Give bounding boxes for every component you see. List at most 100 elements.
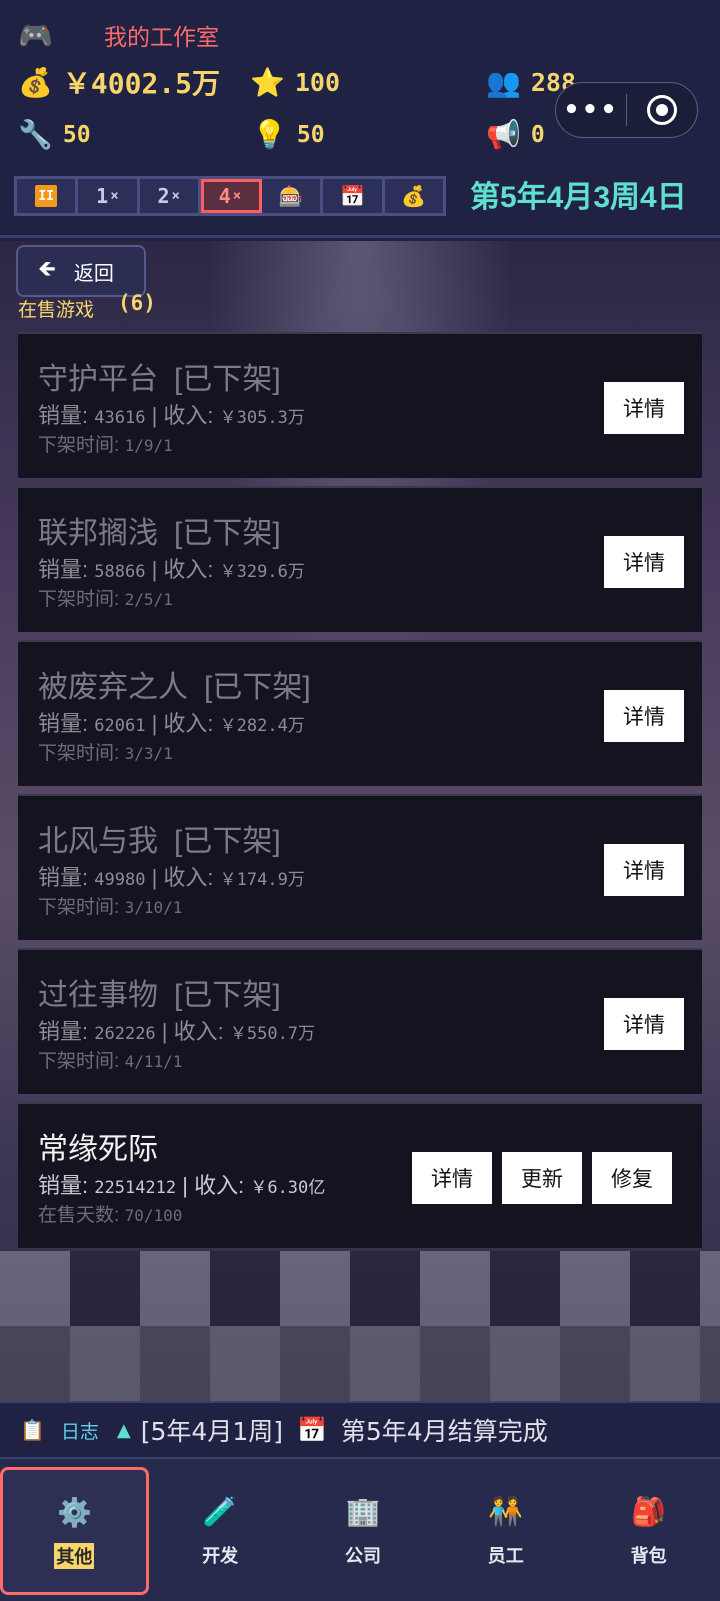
slot-machine-icon: 🎰: [278, 184, 304, 208]
speed-1x-button[interactable]: 1 ×: [78, 179, 140, 213]
game-card: 守护平台 [已下架] 销量: 43616 | 收入: ￥305.3万 下架时间: …: [18, 332, 702, 478]
game-stats: 销量: 62061 | 收入: ￥282.4万: [38, 711, 305, 736]
game-stats: 销量: 22514212 | 收入: ￥6.30亿: [38, 1173, 326, 1198]
game-name: 北风与我 [已下架]: [38, 825, 281, 858]
log-date: [5年4月1周]: [140, 1417, 283, 1446]
backpack-icon: 🎒: [631, 1495, 667, 1528]
money-stat: 💰 ￥4002.5万: [18, 62, 220, 102]
games-on-sale-panel: 🡸 返回 在售游戏 (6) 守护平台 [已下架] 销量: 43616 | 收入: …: [0, 241, 720, 1401]
game-card-active: 常缘死际 销量: 22514212 | 收入: ￥6.30亿 在售天数: 70/…: [18, 1102, 702, 1248]
nav-staff[interactable]: 🧑‍🤝‍🧑 员工: [434, 1459, 577, 1601]
back-button[interactable]: 🡸 返回: [16, 245, 146, 297]
tools-value: 50: [62, 121, 91, 148]
detail-button[interactable]: 详情: [604, 844, 684, 896]
flask-icon: ▲: [116, 1419, 131, 1441]
calendar-icon: 📅: [340, 184, 365, 208]
delisted-tag: [已下架]: [174, 363, 281, 396]
detail-button[interactable]: 详情: [604, 382, 684, 434]
more-menu-button[interactable]: •••: [556, 97, 626, 123]
building-icon: 🏢: [345, 1495, 381, 1528]
game-card: 北风与我 [已下架] 销量: 49980 | 收入: ￥174.9万 下架时间: …: [18, 794, 702, 940]
game-subinfo: 下架时间: 3/3/1: [38, 743, 173, 764]
money-bag-icon: 💰: [401, 184, 427, 208]
detail-button[interactable]: 详情: [604, 536, 684, 588]
update-button[interactable]: 更新: [502, 1152, 582, 1204]
money-button[interactable]: 💰: [384, 179, 443, 213]
game-stats: 销量: 49980 | 收入: ￥174.9万: [38, 865, 305, 890]
game-subinfo: 下架时间: 1/9/1: [38, 435, 173, 456]
nav-company[interactable]: 🏢 公司: [292, 1459, 435, 1601]
game-name: 被废弃之人 [已下架]: [38, 671, 311, 704]
nav-develop[interactable]: 🧪 开发: [149, 1459, 292, 1601]
flask-icon: 🧪: [202, 1495, 238, 1528]
game-card: 联邦搁浅 [已下架] 销量: 58866 | 收入: ￥329.6万 下架时间: …: [18, 486, 702, 632]
speed-4x-button[interactable]: 4 ×: [200, 179, 263, 213]
target-icon: [646, 95, 677, 125]
fame-stat: ⭐ 100: [250, 66, 340, 99]
game-date: 第5年4月3周4日: [470, 181, 687, 214]
calendar-icon: 📅: [297, 1416, 327, 1444]
pause-button[interactable]: II: [17, 179, 79, 213]
detail-button[interactable]: 详情: [412, 1152, 492, 1204]
log-label[interactable]: 日志: [61, 1417, 99, 1444]
staff-icon: 🧑‍🤝‍🧑: [488, 1495, 524, 1528]
delisted-tag: [已下架]: [174, 517, 281, 550]
nav-label: 公司: [344, 1546, 381, 1567]
delisted-tag: [已下架]: [174, 825, 281, 858]
game-card: 被废弃之人 [已下架] 销量: 62061 | 收入: ￥282.4万 下架时间:…: [18, 640, 702, 786]
game-stats: 销量: 43616 | 收入: ￥305.3万: [38, 403, 305, 428]
promo-stat: 📢 0: [486, 118, 545, 151]
delisted-tag: [已下架]: [204, 671, 311, 704]
back-arrow-icon: 🡸: [38, 257, 56, 282]
log-bar[interactable]: 📋 日志 ▲ [5年4月1周] 📅 第5年4月结算完成: [0, 1401, 720, 1457]
game-subinfo: 下架时间: 2/5/1: [38, 589, 173, 610]
game-name: 联邦搁浅 [已下架]: [38, 517, 281, 550]
wrench-icon: 🔧: [18, 118, 53, 151]
money-bag-icon: 💰: [18, 65, 53, 99]
floor-pattern-row2: [0, 1326, 720, 1401]
nav-label: 员工: [487, 1546, 524, 1567]
speed-2x-button[interactable]: 2 ×: [139, 179, 201, 213]
close-miniprogram-button[interactable]: [627, 95, 697, 125]
nav-backpack[interactable]: 🎒 背包: [577, 1459, 720, 1601]
speed-control-bar: II 1 × 2 × 4 × 🎰 📅 💰: [14, 176, 446, 216]
promo-value: 0: [530, 121, 545, 148]
nav-label: 背包: [630, 1546, 667, 1567]
tools-stat: 🔧 50: [18, 118, 91, 151]
studio-title-row: 🎮 我的工作室: [18, 18, 219, 52]
bottom-nav: ⚙️ 其他 🧪 开发 🏢 公司 🧑‍🤝‍🧑 员工 🎒 背包: [0, 1457, 720, 1601]
miniprogram-capsule: •••: [555, 82, 698, 138]
fame-value: 100: [294, 68, 341, 97]
megaphone-icon: 📢: [486, 118, 521, 151]
game-stats: 销量: 58866 | 收入: ￥329.6万: [38, 557, 305, 582]
log-message: 第5年4月结算完成: [340, 1417, 548, 1446]
game-name: 守护平台 [已下架]: [38, 363, 281, 396]
studio-name[interactable]: 我的工作室: [104, 18, 219, 52]
detail-button[interactable]: 详情: [604, 690, 684, 742]
money-value: ￥4002.5万: [62, 67, 221, 100]
game-name: 常缘死际: [38, 1133, 158, 1166]
ideas-value: 50: [296, 121, 325, 148]
top-header: 🎮 我的工作室 💰 ￥4002.5万 ⭐ 100 👥 288 🔧 50 💡 50…: [0, 0, 720, 238]
people-icon: 👥: [486, 66, 521, 99]
back-label: 返回: [73, 260, 114, 285]
repair-button[interactable]: 修复: [592, 1152, 672, 1204]
nav-other[interactable]: ⚙️ 其他: [0, 1467, 149, 1595]
lightbulb-icon: 💡: [252, 118, 287, 151]
clipboard-icon: 📋: [20, 1418, 45, 1442]
game-subinfo: 在售天数: 70/100: [38, 1205, 183, 1226]
game-name: 过往事物 [已下架]: [38, 979, 281, 1012]
ideas-stat: 💡 50: [252, 118, 325, 151]
nav-label: 其他: [54, 1543, 95, 1569]
calendar-button[interactable]: 📅: [323, 179, 385, 213]
game-stats: 销量: 262226 | 收入: ￥550.7万: [38, 1019, 316, 1044]
game-subinfo: 下架时间: 3/10/1: [38, 897, 183, 918]
nav-label: 开发: [202, 1546, 239, 1567]
pause-icon: II: [35, 185, 58, 207]
section-count: (6): [118, 291, 156, 315]
star-icon: ⭐: [250, 66, 285, 99]
detail-button[interactable]: 详情: [604, 998, 684, 1050]
slot-machine-button[interactable]: 🎰: [262, 179, 324, 213]
gamepad-icon: 🎮: [18, 18, 53, 52]
delisted-tag: [已下架]: [174, 979, 281, 1012]
